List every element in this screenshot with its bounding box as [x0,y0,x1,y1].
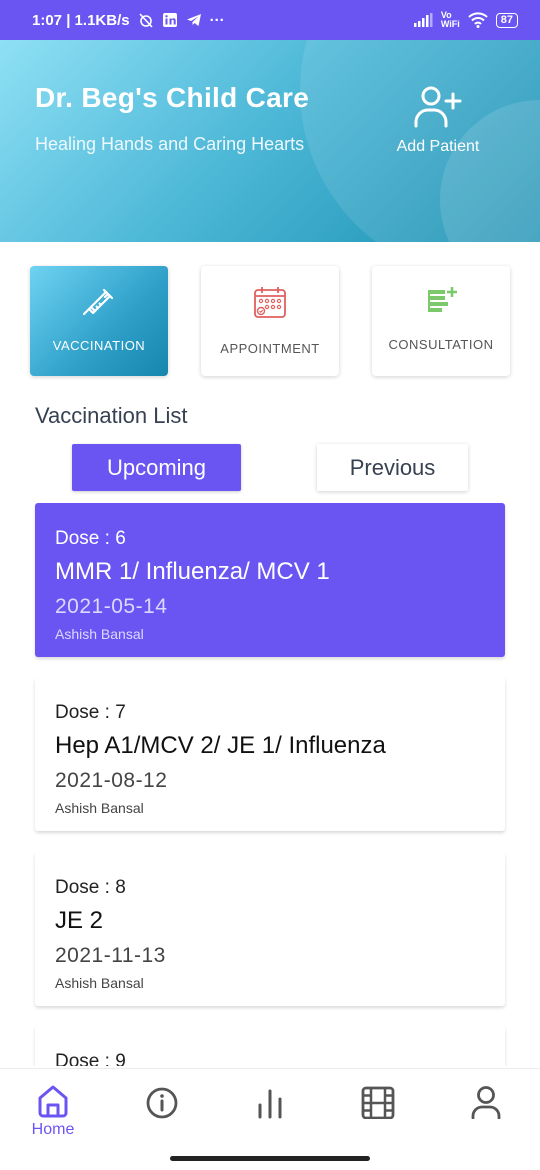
dose-vaccine-name: JE 2 [55,907,104,934]
status-left: 1:07 | 1.1KB/s ··· [32,12,225,29]
category-vaccination-label: VACCINATION [52,338,146,353]
dose-number: Dose : 9 [55,1051,126,1066]
add-user-icon [414,86,462,128]
nav-home[interactable]: Home [21,1083,85,1143]
tab-previous[interactable]: Previous [317,444,468,491]
dose-date: 2021-05-14 [55,595,168,618]
wifi-icon [468,12,488,28]
app-title: Dr. Beg's Child Care [35,82,310,113]
info-icon [146,1087,178,1119]
category-consultation[interactable]: CONSULTATION [372,266,510,376]
home-indicator[interactable] [170,1156,370,1161]
note-add-icon [428,287,457,312]
linkedin-icon [162,12,178,28]
nav-media[interactable] [346,1083,410,1143]
status-more-dots: ··· [209,11,225,29]
film-icon [361,1086,395,1119]
dose-number: Dose : 6 [55,528,126,549]
add-patient-button[interactable]: Add Patient [390,84,486,156]
dose-card[interactable]: Dose : 6 MMR 1/ Influenza/ MCV 1 2021-05… [35,503,505,657]
dose-card[interactable]: Dose : 8 JE 2 2021-11-13 Ashish Bansal [35,852,505,1006]
vowifi-label: Vo WiFi [440,10,460,29]
category-consultation-label: CONSULTATION [388,337,494,352]
nav-home-label: Home [31,1121,75,1138]
dose-vaccine-name: MMR 1/ Influenza/ MCV 1 [55,558,330,585]
signal-icon [413,13,433,27]
category-vaccination[interactable]: VACCINATION [30,266,168,376]
calendar-icon [254,287,286,318]
bottom-nav: Home [0,1068,540,1170]
battery-indicator: 87 [495,12,518,28]
dose-vaccine-name: Hep A1/MCV 2/ JE 1/ Influenza [55,732,386,759]
section-title: Vaccination List [35,403,188,428]
profile-icon [471,1086,501,1119]
syringe-icon [82,288,114,316]
nav-stats[interactable] [238,1083,302,1143]
home-icon [38,1085,68,1118]
nav-profile[interactable] [454,1083,518,1143]
dose-doctor: Ashish Bansal [55,626,144,642]
telegram-icon [186,12,202,28]
dose-doctor: Ashish Bansal [55,975,144,991]
dose-number: Dose : 7 [55,702,126,723]
dose-date: 2021-11-13 [55,944,166,967]
tab-upcoming[interactable]: Upcoming [72,444,241,491]
bar-chart-icon [258,1089,282,1119]
dose-card[interactable]: Dose : 7 Hep A1/MCV 2/ JE 1/ Influenza 2… [35,677,505,831]
header-banner: Dr. Beg's Child Care Healing Hands and C… [0,40,540,242]
dose-list[interactable]: Dose : 6 MMR 1/ Influenza/ MCV 1 2021-05… [0,500,540,1066]
dose-number: Dose : 8 [55,877,126,898]
status-bar: 1:07 | 1.1KB/s ··· Vo WiFi 87 [0,0,540,40]
category-appointment[interactable]: APPOINTMENT [201,266,339,376]
app-subtitle: Healing Hands and Caring Hearts [35,134,305,154]
category-appointment-label: APPOINTMENT [220,341,320,356]
status-right: Vo WiFi 87 [413,11,518,29]
alarm-off-icon [138,12,154,28]
status-time: 1:07 | 1.1KB/s [32,11,130,29]
dose-date: 2021-08-12 [55,769,168,792]
add-patient-label: Add Patient [396,138,480,155]
dose-card[interactable]: Dose : 9 [35,1026,505,1066]
nav-info[interactable] [130,1083,194,1143]
dose-doctor: Ashish Bansal [55,800,144,816]
